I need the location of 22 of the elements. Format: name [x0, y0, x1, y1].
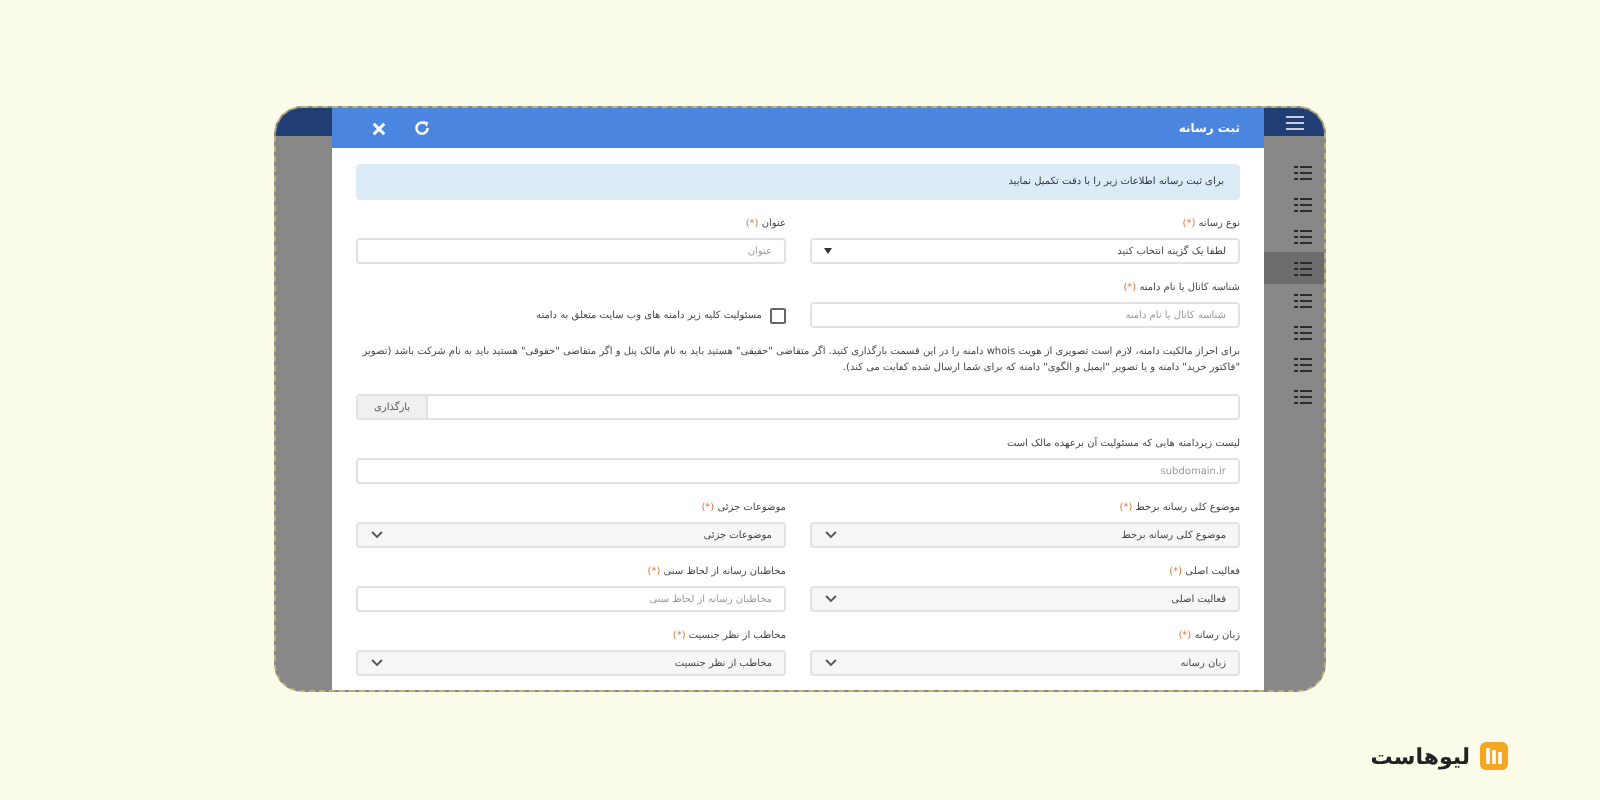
list-icon — [1294, 293, 1312, 307]
list-icon — [1294, 197, 1312, 211]
list-icon — [1294, 357, 1312, 371]
logo-icon — [1480, 742, 1508, 770]
refresh-icon — [414, 120, 430, 136]
list-icon — [1294, 165, 1312, 179]
close-icon — [371, 121, 385, 135]
list-icon — [1294, 261, 1312, 275]
list-icon — [1294, 389, 1312, 403]
chevron-down-icon — [370, 658, 384, 668]
menu-icon[interactable] — [1285, 115, 1303, 129]
list-icon — [1294, 229, 1312, 243]
brand-name: لیوهاست — [1370, 743, 1470, 769]
chevron-down-icon — [824, 530, 838, 540]
caret-icon — [824, 248, 832, 254]
list-icon — [1294, 325, 1312, 339]
app-top-bar — [276, 108, 332, 136]
chevron-down-icon — [370, 530, 384, 540]
chevron-down-icon — [824, 594, 838, 604]
checkbox[interactable] — [770, 307, 786, 323]
chevron-down-icon — [824, 658, 838, 668]
sidebar-item[interactable] — [1264, 252, 1324, 284]
